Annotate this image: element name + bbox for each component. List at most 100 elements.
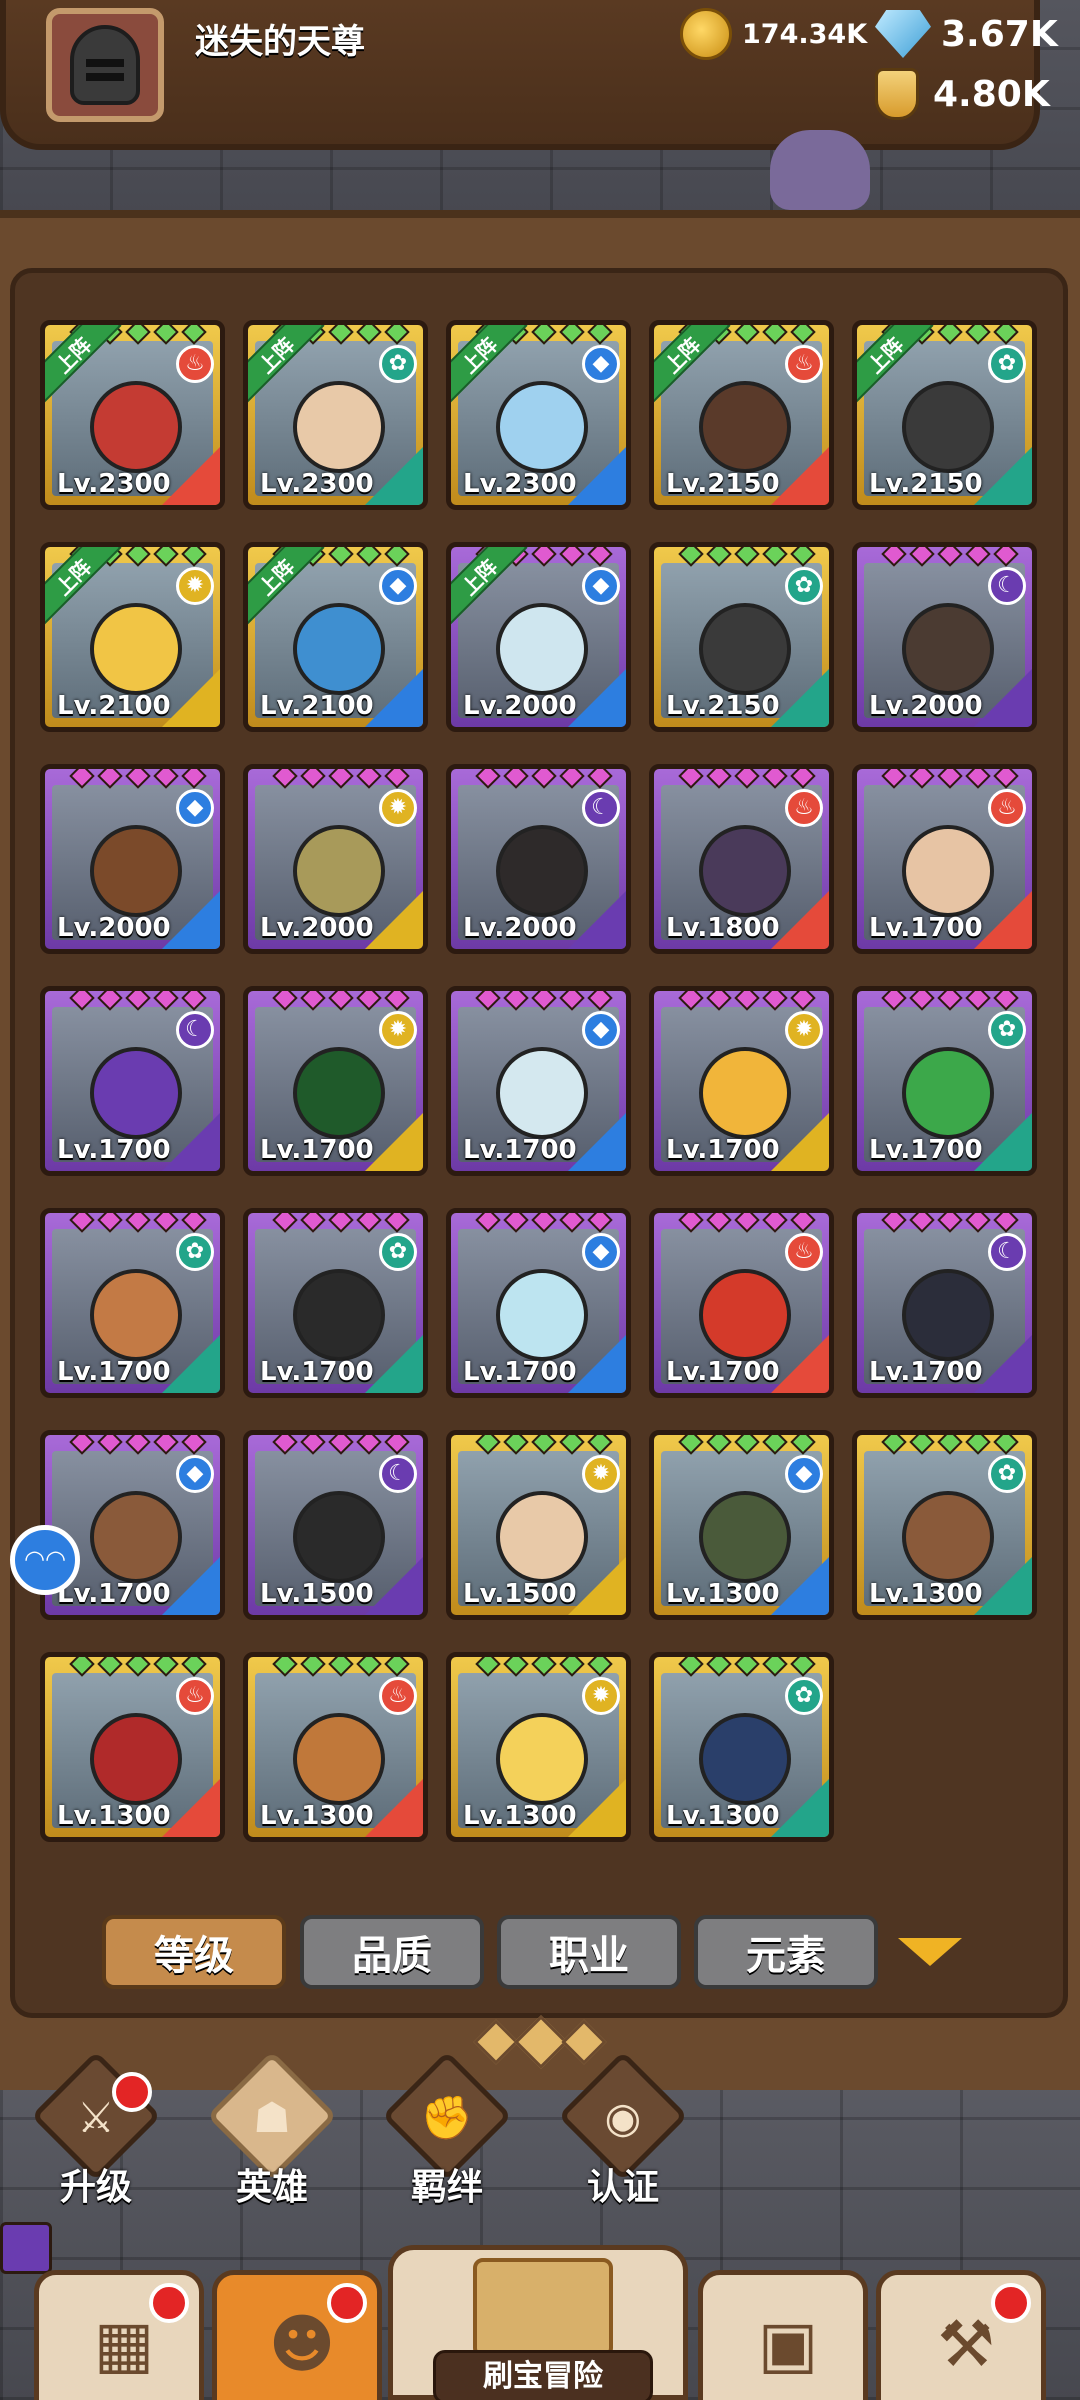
light-element-icon: ✹: [582, 1455, 620, 1493]
subnav-heroes[interactable]: ☗ 英雄: [202, 2050, 342, 2208]
hero-face-icon: [293, 825, 385, 917]
nav-inventory[interactable]: ▣: [698, 2270, 868, 2400]
nav-forge[interactable]: ⚒: [876, 2270, 1046, 2400]
hero-card[interactable]: ✿ Lv.1700: [243, 1208, 428, 1398]
hero-card[interactable]: ✿ Lv.1300: [852, 1430, 1037, 1620]
star-gems: [881, 991, 1019, 1011]
hero-card[interactable]: ☾ Lv.1700: [852, 1208, 1037, 1398]
nav-shop[interactable]: ▦: [34, 2270, 204, 2400]
hero-card[interactable]: ♨ Lv.1700: [649, 1208, 834, 1398]
hero-level: Lv.1700: [869, 1135, 983, 1165]
hero-card[interactable]: ◆ Lv.2000: [40, 764, 225, 954]
hero-card[interactable]: 上阵 ◆ Lv.2000: [446, 542, 631, 732]
hero-card[interactable]: ◆ Lv.1700: [446, 986, 631, 1176]
hero-card[interactable]: ✿ Lv.1700: [40, 1208, 225, 1398]
hero-card[interactable]: 上阵 ♨ Lv.2300: [40, 320, 225, 510]
hero-face-icon: [902, 1491, 994, 1583]
hero-level: Lv.1300: [260, 1801, 374, 1831]
sort-tab-quality[interactable]: 品质: [300, 1915, 484, 1989]
hero-face-icon: [496, 825, 588, 917]
hero-face-icon: [902, 825, 994, 917]
gem-counter[interactable]: 3.67K: [875, 8, 1058, 60]
hero-card[interactable]: ✹ Lv.1500: [446, 1430, 631, 1620]
hero-card[interactable]: ♨ Lv.1300: [40, 1652, 225, 1842]
light-element-icon: ✹: [785, 1011, 823, 1049]
hero-card[interactable]: ✿ Lv.2150: [649, 542, 834, 732]
star-gems: [678, 1657, 816, 1677]
sort-tab-level[interactable]: 等级: [102, 1915, 286, 1989]
hero-card[interactable]: ☾ Lv.2000: [446, 764, 631, 954]
hero-level: Lv.2000: [57, 913, 171, 943]
hero-card[interactable]: ✹ Lv.2000: [243, 764, 428, 954]
water-element-icon: ◆: [582, 345, 620, 383]
hero-card[interactable]: 上阵 ◆ Lv.2300: [446, 320, 631, 510]
handshake-icon: ✊: [420, 2093, 474, 2142]
hero-face-icon: [90, 1269, 182, 1361]
hero-card[interactable]: ♨ Lv.1300: [243, 1652, 428, 1842]
hero-card[interactable]: ✹ Lv.1700: [243, 986, 428, 1176]
star-gems: [69, 1213, 207, 1233]
hero-card[interactable]: ◆ Lv.1300: [649, 1430, 834, 1620]
star-gems: [678, 769, 816, 789]
hero-card[interactable]: ♨ Lv.1700: [852, 764, 1037, 954]
fire-element-icon: ♨: [379, 1677, 417, 1715]
hero-card[interactable]: ☾ Lv.1700: [40, 986, 225, 1176]
fire-element-icon: ♨: [988, 789, 1026, 827]
hero-card[interactable]: 上阵 ♨ Lv.2150: [649, 320, 834, 510]
gem-icon: [875, 10, 931, 58]
hero-card[interactable]: 上阵 ✿ Lv.2150: [852, 320, 1037, 510]
hero-card[interactable]: ◆ Lv.1700: [446, 1208, 631, 1398]
hero-face-icon: [90, 381, 182, 473]
gold-counter[interactable]: 174.34K: [680, 8, 867, 60]
star-gems: [272, 1435, 410, 1455]
nav-heroes[interactable]: ☻: [212, 2270, 382, 2400]
notification-dot: [991, 2283, 1031, 2323]
hero-level: Lv.1700: [57, 1579, 171, 1609]
hero-level: Lv.2000: [463, 913, 577, 943]
wind-element-icon: ✿: [379, 345, 417, 383]
hero-card[interactable]: 上阵 ✹ Lv.2100: [40, 542, 225, 732]
potion-counter[interactable]: 4.80K: [875, 68, 1050, 120]
sort-tab-element[interactable]: 元素: [694, 1915, 878, 1989]
hero-level: Lv.1500: [463, 1579, 577, 1609]
subnav-certify[interactable]: ◉ 认证: [553, 2050, 693, 2208]
notification-dot: [112, 2072, 152, 2112]
side-event-icon[interactable]: [0, 2222, 52, 2274]
player-avatar[interactable]: [46, 8, 164, 122]
hero-card[interactable]: ✹ Lv.1300: [446, 1652, 631, 1842]
hero-face-icon: [496, 603, 588, 695]
hero-face-icon: [902, 381, 994, 473]
subnav-bonds[interactable]: ✊ 羁绊: [377, 2050, 517, 2208]
sort-dropdown-icon[interactable]: [898, 1938, 962, 1966]
star-gems: [475, 1657, 613, 1677]
hero-level: Lv.2000: [260, 913, 374, 943]
hero-card[interactable]: 上阵 ✿ Lv.2300: [243, 320, 428, 510]
hero-level: Lv.1700: [260, 1357, 374, 1387]
hero-card[interactable]: ✿ Lv.1700: [852, 986, 1037, 1176]
hero-face-icon: [90, 825, 182, 917]
hero-card[interactable]: ◆ Lv.1700: [40, 1430, 225, 1620]
hero-level: Lv.1700: [666, 1357, 780, 1387]
dark-element-icon: ☾: [988, 1233, 1026, 1271]
hero-face-icon: [902, 603, 994, 695]
sort-tab-class[interactable]: 职业: [497, 1915, 681, 1989]
hero-face-icon: [902, 1047, 994, 1139]
potion-icon: [875, 68, 919, 120]
subnav-upgrade[interactable]: ⚔ 升级: [26, 2050, 166, 2208]
hero-card[interactable]: ☾ Lv.2000: [852, 542, 1037, 732]
hero-card[interactable]: ♨ Lv.1800: [649, 764, 834, 954]
fire-element-icon: ♨: [785, 345, 823, 383]
nav-adventure[interactable]: 刷宝冒险: [388, 2245, 688, 2400]
eye-icon: ◉: [604, 2093, 642, 2142]
fire-element-icon: ♨: [176, 1677, 214, 1715]
hero-card[interactable]: 上阵 ◆ Lv.2100: [243, 542, 428, 732]
top-header: 迷失的天尊 174.34K 3.67K 4.80K: [0, 0, 1080, 150]
hero-level: Lv.2000: [463, 691, 577, 721]
water-element-icon: ◆: [176, 1455, 214, 1493]
star-gems: [272, 769, 410, 789]
hero-card[interactable]: ✿ Lv.1300: [649, 1652, 834, 1842]
hero-card[interactable]: ✹ Lv.1700: [649, 986, 834, 1176]
floating-assistant-button[interactable]: ◠◠: [10, 1525, 80, 1595]
hero-level: Lv.2100: [260, 691, 374, 721]
hero-card[interactable]: ☾ Lv.1500: [243, 1430, 428, 1620]
